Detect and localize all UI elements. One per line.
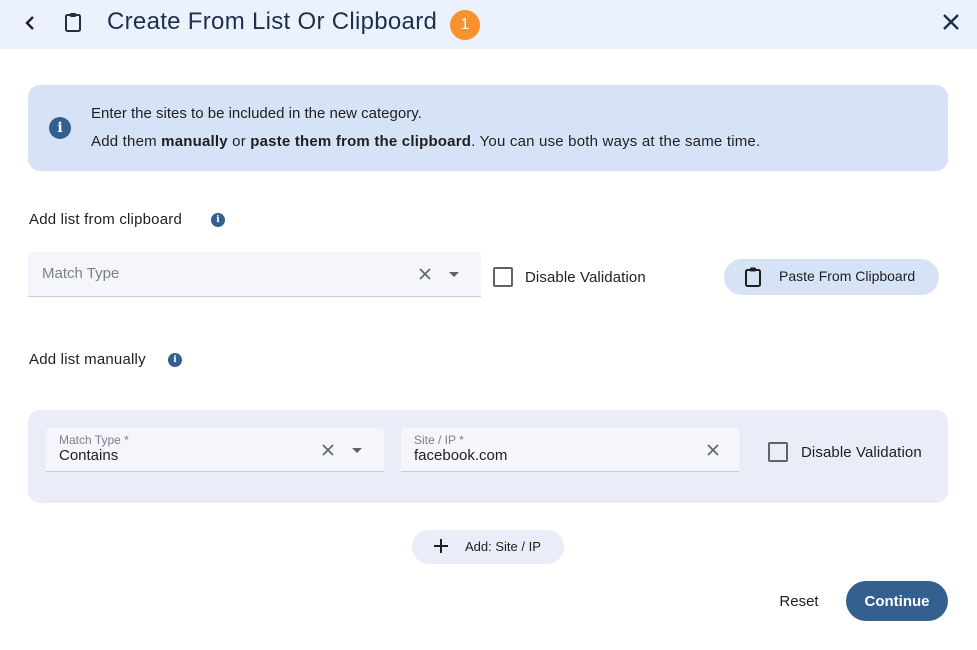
manual-section-label: Add list manually (29, 351, 146, 368)
clipboard-match-type-select[interactable]: Match Type (28, 252, 481, 297)
paste-from-clipboard-button[interactable]: Paste From Clipboard (724, 259, 939, 295)
page-title: Create From List Or Clipboard (107, 8, 438, 35)
chevron-left-icon (25, 16, 34, 30)
manual-disable-validation-checkbox[interactable] (768, 442, 788, 462)
chevron-down-icon[interactable] (352, 448, 362, 453)
close-icon[interactable] (940, 11, 962, 33)
info-icon[interactable]: i (211, 213, 225, 227)
add-site-ip-button[interactable]: Add: Site / IP (412, 530, 564, 564)
back-button[interactable] (20, 12, 40, 34)
clear-icon[interactable] (706, 443, 720, 457)
info-text-part: Add them (91, 133, 162, 150)
plus-icon (434, 539, 448, 553)
match-type-label: Match Type * (59, 433, 129, 447)
info-text-bold: manually (161, 133, 228, 150)
clipboard-icon (745, 267, 761, 287)
site-ip-value: facebook.com (414, 447, 508, 464)
clipboard-disable-validation-label: Disable Validation (525, 269, 646, 286)
info-icon[interactable]: i (168, 353, 182, 367)
dialog-header: Create From List Or Clipboard 1 (0, 0, 977, 49)
reset-button[interactable]: Reset (766, 581, 832, 621)
clear-icon[interactable] (418, 267, 432, 281)
info-text-line1: Enter the sites to be included in the ne… (91, 105, 422, 122)
clipboard-disable-validation-checkbox[interactable] (493, 267, 513, 287)
info-text-part: or (227, 133, 251, 150)
manual-entry-row: Match Type * Contains Site / IP * facebo… (28, 410, 948, 503)
continue-button[interactable]: Continue (846, 581, 948, 621)
info-text-bold: paste them from the clipboard (250, 133, 472, 150)
clipboard-section-label: Add list from clipboard (29, 211, 182, 228)
chevron-down-icon[interactable] (449, 272, 459, 277)
clipboard-icon (65, 13, 81, 32)
match-type-placeholder: Match Type (42, 265, 120, 282)
info-banner: i Enter the sites to be included in the … (28, 85, 948, 171)
site-ip-label: Site / IP * (414, 433, 464, 447)
manual-match-type-select[interactable]: Match Type * Contains (46, 428, 384, 472)
info-icon: i (49, 117, 71, 139)
clear-icon[interactable] (321, 443, 335, 457)
paste-button-label: Paste From Clipboard (779, 268, 916, 284)
add-button-label: Add: Site / IP (465, 539, 541, 554)
manual-disable-validation-label: Disable Validation (801, 444, 922, 461)
site-ip-input[interactable]: Site / IP * facebook.com (401, 428, 739, 472)
info-text-line2: Add them manually or paste them from the… (91, 133, 760, 150)
info-text-part: . You can use both ways at the same time… (471, 133, 761, 150)
match-type-value: Contains (59, 447, 119, 464)
count-badge: 1 (450, 10, 480, 40)
